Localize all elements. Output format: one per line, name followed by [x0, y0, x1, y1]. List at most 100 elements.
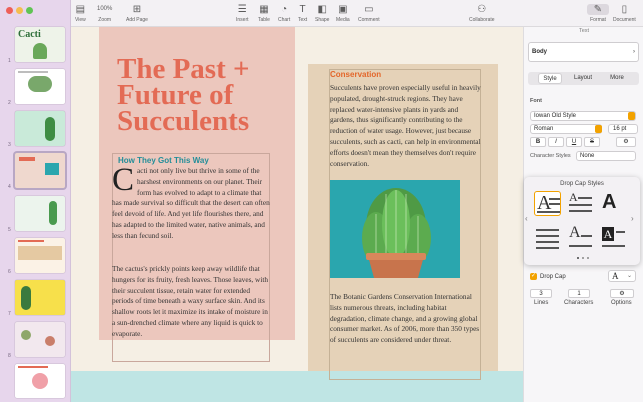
thumbnail-number: 4 — [8, 184, 11, 190]
page-thumbnail-5[interactable] — [15, 196, 65, 231]
chevron-right-icon[interactable]: › — [631, 214, 634, 223]
tab-more[interactable]: More — [605, 73, 629, 84]
page-thumbnail-9[interactable] — [15, 364, 65, 398]
drop-cap-style-6[interactable]: A — [600, 225, 627, 250]
left-paragraph-1-text: acti not only live but thrive in some of… — [112, 166, 270, 240]
right-paragraph-2[interactable]: The Botanic Gardens Conservation Interna… — [330, 292, 482, 346]
media-button[interactable]: ▣ Media — [336, 4, 350, 23]
cactus-illustration — [362, 188, 431, 278]
close-window-button[interactable] — [6, 7, 13, 14]
cactus-image[interactable] — [330, 180, 460, 278]
font-size-field[interactable]: 16 pt — [608, 124, 638, 134]
cactus-thumb-icon — [33, 43, 47, 59]
format-button[interactable]: ✎ Format — [587, 4, 609, 23]
tab-style[interactable]: Style — [538, 73, 562, 84]
shape-button[interactable]: ◧ Shape — [315, 4, 329, 23]
thumbnail-number: 1 — [8, 58, 11, 64]
view-button[interactable]: ▤ View — [75, 4, 86, 23]
comment-icon: ▭ — [364, 4, 374, 15]
chart-button[interactable]: ◔ Chart — [278, 4, 290, 23]
drop-cap-letter: C — [112, 162, 135, 198]
letter-a-icon: A — [602, 227, 614, 241]
drop-cap-style-2[interactable]: A — [567, 191, 594, 216]
minimize-window-button[interactable] — [16, 7, 23, 14]
document-button[interactable]: ▯ Document — [613, 4, 636, 23]
strikethrough-button[interactable]: S — [584, 137, 600, 147]
character-styles-select[interactable]: None — [576, 151, 636, 161]
page-title[interactable]: The Past + Future of Succulents — [117, 55, 297, 136]
collaborate-button[interactable]: ⚇ Collaborate — [469, 4, 495, 23]
zoom-window-button[interactable] — [26, 7, 33, 14]
table-button[interactable]: ▦ Table — [258, 4, 270, 23]
font-face-select[interactable]: Roman — [530, 124, 602, 134]
letter-a-icon: A — [612, 271, 619, 281]
italic-button[interactable]: I — [548, 137, 564, 147]
page-dot[interactable] — [582, 257, 584, 259]
page-thumbnail-7[interactable] — [15, 280, 65, 315]
page-thumbnail-1[interactable]: Cacti — [15, 27, 65, 62]
page-dot[interactable] — [587, 257, 589, 259]
letter-a-icon: A — [569, 224, 581, 241]
drop-cap-style-5[interactable]: A — [567, 225, 594, 250]
left-section-heading: How They Got This Way — [118, 156, 209, 165]
add-page-button[interactable]: ⊞ Add Page — [126, 4, 148, 23]
chart-icon: ◔ — [281, 4, 288, 15]
thumbnail-number: 6 — [8, 269, 11, 275]
bold-button[interactable]: B — [530, 137, 546, 147]
page-thumbnail-4[interactable] — [15, 153, 65, 188]
lines-field[interactable]: 3 — [530, 289, 552, 298]
page-thumbnail-3[interactable] — [15, 111, 65, 146]
comment-button[interactable]: ▭ Comment — [358, 4, 380, 23]
paragraph-style-select[interactable]: Body › — [528, 42, 639, 62]
page-thumbnail-8[interactable] — [15, 322, 65, 357]
zoom-menu[interactable]: 100% Zoom — [97, 4, 112, 23]
collaborate-icon: ⚇ — [477, 4, 487, 15]
right-section-heading: Conservation — [330, 70, 382, 79]
page-thumbnail-6[interactable] — [15, 238, 65, 273]
text-box-icon: T — [299, 4, 306, 15]
font-family-select[interactable]: Iowan Old Style — [530, 111, 636, 121]
paintbrush-icon: ✎ — [587, 4, 609, 15]
drop-cap-style-3[interactable]: A — [600, 191, 627, 216]
drop-cap-style-1[interactable]: A — [534, 191, 561, 216]
left-paragraph-2[interactable]: The cactus's prickly points keep away wi… — [112, 264, 270, 340]
thumbnail-number: 8 — [8, 353, 11, 359]
text-options-button[interactable]: ⚙ — [616, 137, 636, 147]
drop-cap-options-button[interactable]: ⚙ — [610, 289, 634, 298]
inspector-title: Text — [578, 28, 590, 34]
page-dot[interactable] — [577, 257, 579, 259]
media-icon: ▣ — [338, 4, 348, 15]
sidebar-icon: ▤ — [75, 4, 86, 15]
font-family-stepper[interactable] — [628, 112, 635, 120]
toolbar: ▤ View 100% Zoom ⊞ Add Page ☰ Insert ▦ T… — [71, 0, 643, 27]
font-face-stepper[interactable] — [595, 125, 602, 133]
underline-button[interactable]: U — [566, 137, 582, 147]
drop-cap-checkbox[interactable]: ✓ — [530, 273, 537, 280]
left-paragraph-1[interactable]: Cacti not only live but thrive in some o… — [112, 162, 270, 242]
insert-button[interactable]: ☰ Insert — [236, 4, 249, 23]
characters-field[interactable]: 1 — [568, 289, 590, 298]
table-icon: ▦ — [259, 4, 269, 15]
gear-icon: ⚙ — [619, 291, 625, 297]
chevron-left-icon[interactable]: ‹ — [525, 214, 528, 223]
zoom-value: 100% — [97, 6, 113, 12]
document-icon: ▯ — [621, 4, 628, 15]
characters-label: Characters — [564, 300, 594, 306]
drop-cap-style-select[interactable]: A ⌄ — [608, 270, 636, 282]
document-canvas[interactable]: The Past + Future of Succulents How They… — [71, 27, 523, 402]
thumbnail-title: Cacti — [18, 29, 41, 40]
drop-cap-label: Drop Cap — [540, 274, 566, 280]
letter-a-icon: A — [602, 191, 617, 213]
thumbnail-number: 3 — [8, 142, 11, 148]
thumbnail-number: 5 — [8, 227, 11, 233]
page-thumbnail-2[interactable] — [15, 69, 65, 104]
lines-label: Lines — [534, 300, 549, 306]
right-paragraph-1[interactable]: Succulents have proven especially useful… — [330, 83, 482, 169]
page-thumbnails-sidebar: Cacti 1 2 3 4 5 6 7 8 — [0, 0, 71, 402]
text-button[interactable]: T Text — [298, 4, 307, 23]
letter-a-icon: A — [569, 190, 578, 204]
insert-icon: ☰ — [237, 4, 247, 15]
tab-layout[interactable]: Layout — [571, 73, 595, 84]
thumbnail-number: 2 — [8, 100, 11, 106]
drop-cap-style-4[interactable] — [534, 225, 561, 250]
